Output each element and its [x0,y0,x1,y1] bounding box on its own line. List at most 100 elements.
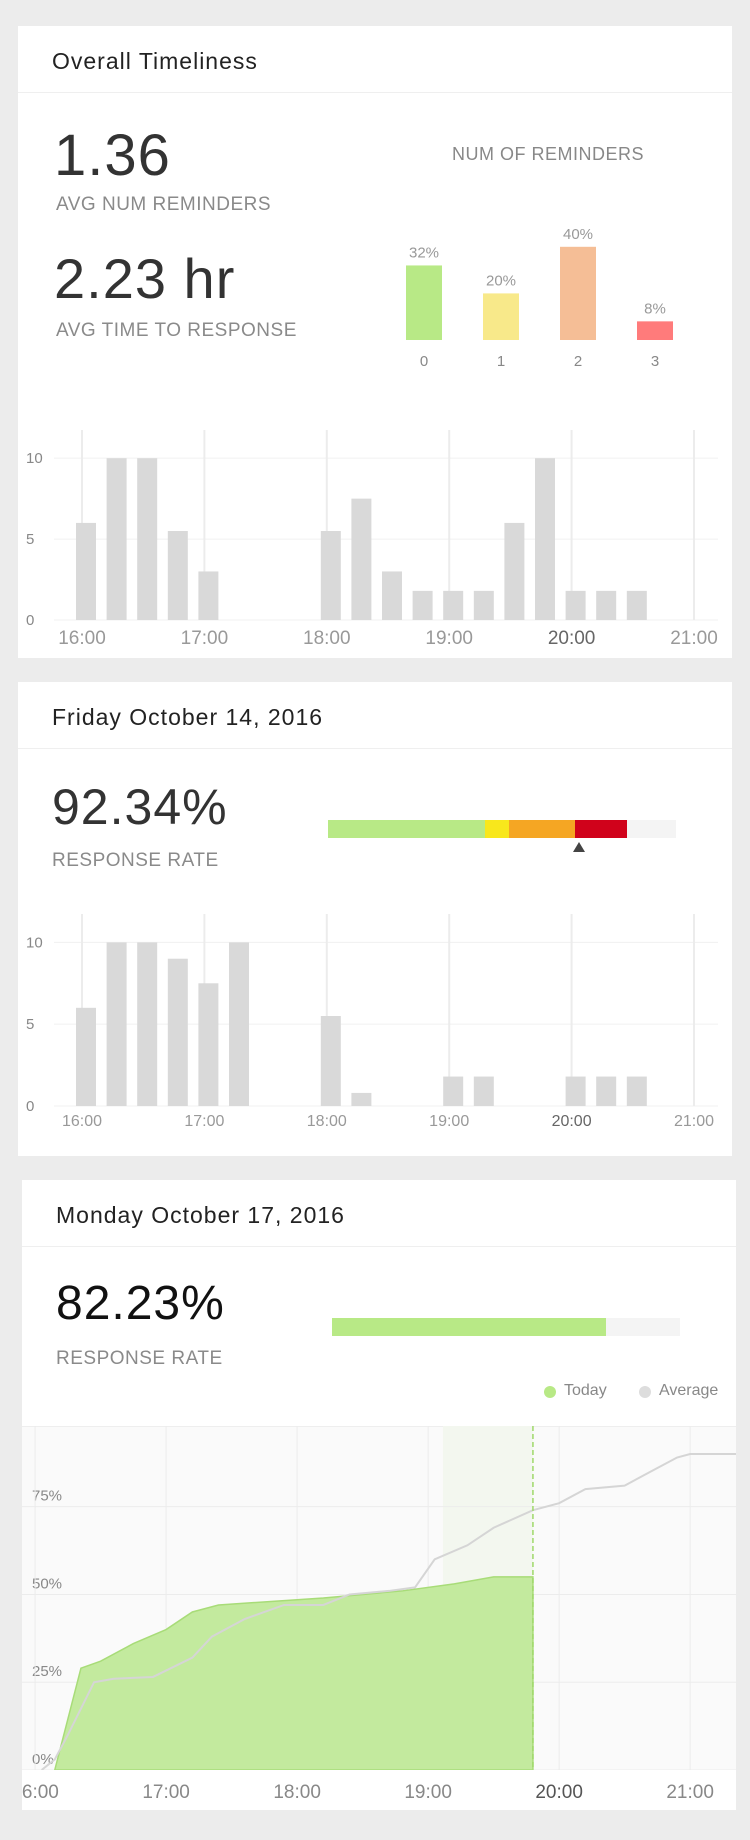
response-rate-label: RESPONSE RATE [52,850,219,871]
bar [443,1076,464,1106]
chart-title: NUM OF REMINDERS [452,144,644,164]
bar [137,942,158,1106]
x-tick-label: 19:00 [425,628,473,649]
x-tick-label: 18:00 [273,1782,321,1803]
bar [320,531,341,620]
data-label: 40% [563,226,593,243]
x-tick-label: 20:00 [548,628,596,649]
bar [565,1076,586,1106]
x-tick-label: 19:00 [429,1113,469,1130]
x-tick-label: 20:00 [552,1113,592,1130]
card-title: Overall Timeliness [52,48,258,74]
x-tick-label: 20:00 [535,1782,583,1803]
bar [596,590,617,620]
response-rate-area-chart: 0%25%50%75%16:0017:0018:0019:0020:0021:0… [22,1426,736,1810]
x-axis-band [22,1770,736,1810]
response-marker-icon [572,842,585,852]
card-title: Friday October 14, 2016 [52,704,324,730]
card-divider [18,748,732,749]
tick-label: 1 [497,353,505,370]
bar [406,265,442,340]
bar [626,1076,647,1106]
x-tick-label: 17:00 [181,628,229,649]
tick-label: 3 [651,353,659,370]
y-tick-label: 5 [26,531,34,548]
y-tick-label: 10 [26,934,43,951]
y-tick-label: 10 [26,450,43,467]
x-tick-label: 16:00 [62,1113,102,1130]
response-rate-label: RESPONSE RATE [56,1348,223,1369]
y-tick-label: 0 [26,612,34,629]
bar [483,293,519,340]
response-rate-progress-fill [332,1318,607,1336]
bar [565,590,586,620]
bar-segment [575,820,628,838]
bar [320,1016,341,1106]
x-tick-label: 16:00 [22,1782,59,1803]
legend-today-dot-icon [544,1386,556,1398]
x-tick-label: 18:00 [303,628,351,649]
bar [351,498,372,620]
y-tick-label: 0 [26,1098,34,1115]
bar [137,458,158,620]
legend-average-label: Average [659,1382,719,1399]
friday-bar-chart: 0 5 10 16:00 17:00 18:00 19:00 20:00 21:00 [26,914,718,1130]
bar [76,1007,96,1106]
bar [76,522,96,620]
bar [443,590,464,620]
response-breakdown-bar [328,820,676,838]
bar [626,590,647,620]
tick-label: 0 [420,353,428,370]
data-label: 32% [409,244,439,261]
legend-today-label: Today [564,1382,607,1399]
x-tick-label: 17:00 [142,1782,190,1803]
y-tick-label: 25% [32,1663,62,1680]
monday-card: Monday October 17, 2016 82.23% RESPONSE … [22,1180,736,1810]
bar [473,1076,494,1106]
tick-label: 2 [574,353,582,370]
bar [167,958,188,1106]
bar [504,522,525,620]
x-tick-label: 21:00 [666,1782,714,1803]
bar [637,321,673,340]
data-label: 20% [486,272,516,289]
bar [229,942,249,1106]
bar [351,1092,372,1106]
x-tick-label: 19:00 [404,1782,452,1803]
legend-average-dot-icon [639,1386,651,1398]
bar [198,983,219,1106]
y-tick-label: 5 [26,1016,34,1033]
bar [106,458,127,620]
bar [412,590,433,620]
y-tick-label: 75% [32,1488,62,1505]
bar-segment [484,820,509,838]
x-tick-label: 16:00 [58,628,106,649]
bar [198,571,219,620]
data-label: 8% [644,300,666,317]
bar [560,246,596,340]
x-tick-label: 21:00 [674,1113,714,1130]
card-divider [18,92,732,93]
response-rate-progress-bar [332,1318,680,1336]
bar [473,590,494,620]
bar [535,458,555,620]
overall-bar-chart: 0 5 10 16:00 17:00 18:00 19:00 20:00 21:00 [26,430,718,649]
friday-card: Friday October 14, 2016 92.34% RESPONSE … [18,682,732,1156]
avg-response-value: 2.23 hr [54,247,236,310]
bar [167,531,188,620]
bar-segment [508,820,576,838]
bar-segment [328,820,485,838]
overall-timeliness-card: Overall Timeliness 1.36 AVG NUM REMINDER… [18,26,732,658]
card-title: Monday October 17, 2016 [56,1202,345,1228]
num-of-reminders-chart: NUM OF REMINDERS 32% 0 20% 1 40% 2 8% 3 [406,144,673,370]
response-rate-value: 82.23% [56,1277,225,1330]
avg-reminders-value: 1.36 [54,123,171,188]
y-tick-label: 50% [32,1575,62,1592]
avg-reminders-label: AVG NUM REMINDERS [56,194,272,215]
card-divider [22,1246,736,1247]
x-tick-label: 17:00 [184,1113,224,1130]
x-tick-label: 18:00 [307,1113,347,1130]
bar-segment [627,820,676,838]
avg-response-label: AVG TIME TO RESPONSE [56,320,297,341]
x-tick-label: 21:00 [670,628,718,649]
